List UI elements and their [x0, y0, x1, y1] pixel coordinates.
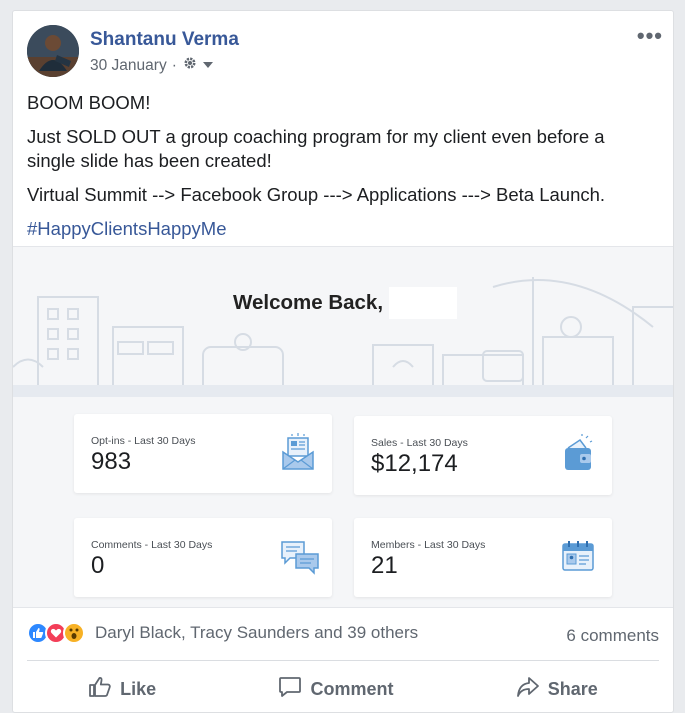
post-paragraph: Virtual Summit --> Facebook Group ---> A… — [27, 184, 606, 206]
calendar-member-icon — [560, 536, 596, 576]
stat-label: Opt-ins - Last 30 Days — [91, 435, 196, 447]
dashboard-screenshot[interactable]: Welcome Back, Opt-ins - Last 30 Days 983 — [13, 246, 673, 608]
stat-value: 0 — [91, 552, 105, 579]
post-paragraph: Just SOLD OUT a group coaching program f… — [27, 126, 605, 172]
post-paragraph: BOOM BOOM! — [27, 92, 151, 113]
comment-bubble-icon — [278, 676, 302, 703]
stat-card-sales: Sales - Last 30 Days $12,174 — [354, 416, 612, 495]
comment-button[interactable]: Comment — [278, 676, 393, 703]
action-bar: Like Comment Share — [27, 671, 659, 707]
welcome-text: Welcome Back, — [233, 291, 384, 314]
post-date[interactable]: 30 January — [90, 57, 167, 75]
avatar[interactable] — [27, 25, 79, 77]
thumbs-up-icon — [88, 676, 112, 703]
share-arrow-icon — [516, 676, 540, 703]
divider — [27, 660, 659, 661]
avatar-photo — [27, 25, 79, 77]
stat-label: Sales - Last 30 Days — [371, 437, 468, 449]
stat-card-comments: Comments - Last 30 Days 0 — [74, 518, 332, 597]
feed-background: Shantanu Verma 30 January · ••• BOOM BOO… — [0, 0, 685, 713]
wow-reaction-icon — [63, 622, 85, 644]
hashtag-link[interactable]: #HappyClientsHappyMe — [27, 217, 657, 241]
privacy-gear-icon[interactable] — [182, 55, 198, 76]
wallet-icon — [560, 434, 596, 474]
chat-bubbles-icon — [280, 536, 319, 576]
stat-value: 21 — [371, 552, 398, 579]
redacted-name — [389, 287, 458, 319]
stat-value: 983 — [91, 448, 132, 475]
meta-separator: · — [171, 56, 177, 74]
reactor-names[interactable]: Daryl Black, Tracy Saunders and 39 other… — [95, 623, 418, 643]
stat-value: $12,174 — [371, 450, 458, 477]
stat-card-optins: Opt-ins - Last 30 Days 983 — [74, 414, 332, 493]
chevron-down-icon[interactable] — [202, 57, 214, 75]
comment-label: Comment — [310, 678, 394, 699]
share-button[interactable]: Share — [516, 676, 598, 703]
newsletter-icon — [280, 432, 316, 472]
like-label: Like — [120, 678, 157, 699]
reactions-summary[interactable]: Daryl Black, Tracy Saunders and 39 other… — [27, 622, 418, 644]
author-name[interactable]: Shantanu Verma — [90, 29, 239, 51]
post-card: Shantanu Verma 30 January · ••• BOOM BOO… — [12, 10, 674, 713]
post-body: BOOM BOOM! Just SOLD OUT a group coachin… — [27, 91, 657, 251]
more-options-button[interactable]: ••• — [637, 25, 663, 47]
post-meta: 30 January · — [90, 55, 214, 76]
comments-count-link[interactable]: 6 comments — [566, 626, 659, 646]
like-button[interactable]: Like — [88, 676, 156, 703]
stat-label: Members - Last 30 Days — [371, 539, 486, 551]
stat-card-members: Members - Last 30 Days 21 — [354, 518, 612, 597]
stat-label: Comments - Last 30 Days — [91, 539, 213, 551]
share-label: Share — [547, 678, 598, 699]
welcome-heading: Welcome Back, — [233, 287, 458, 319]
